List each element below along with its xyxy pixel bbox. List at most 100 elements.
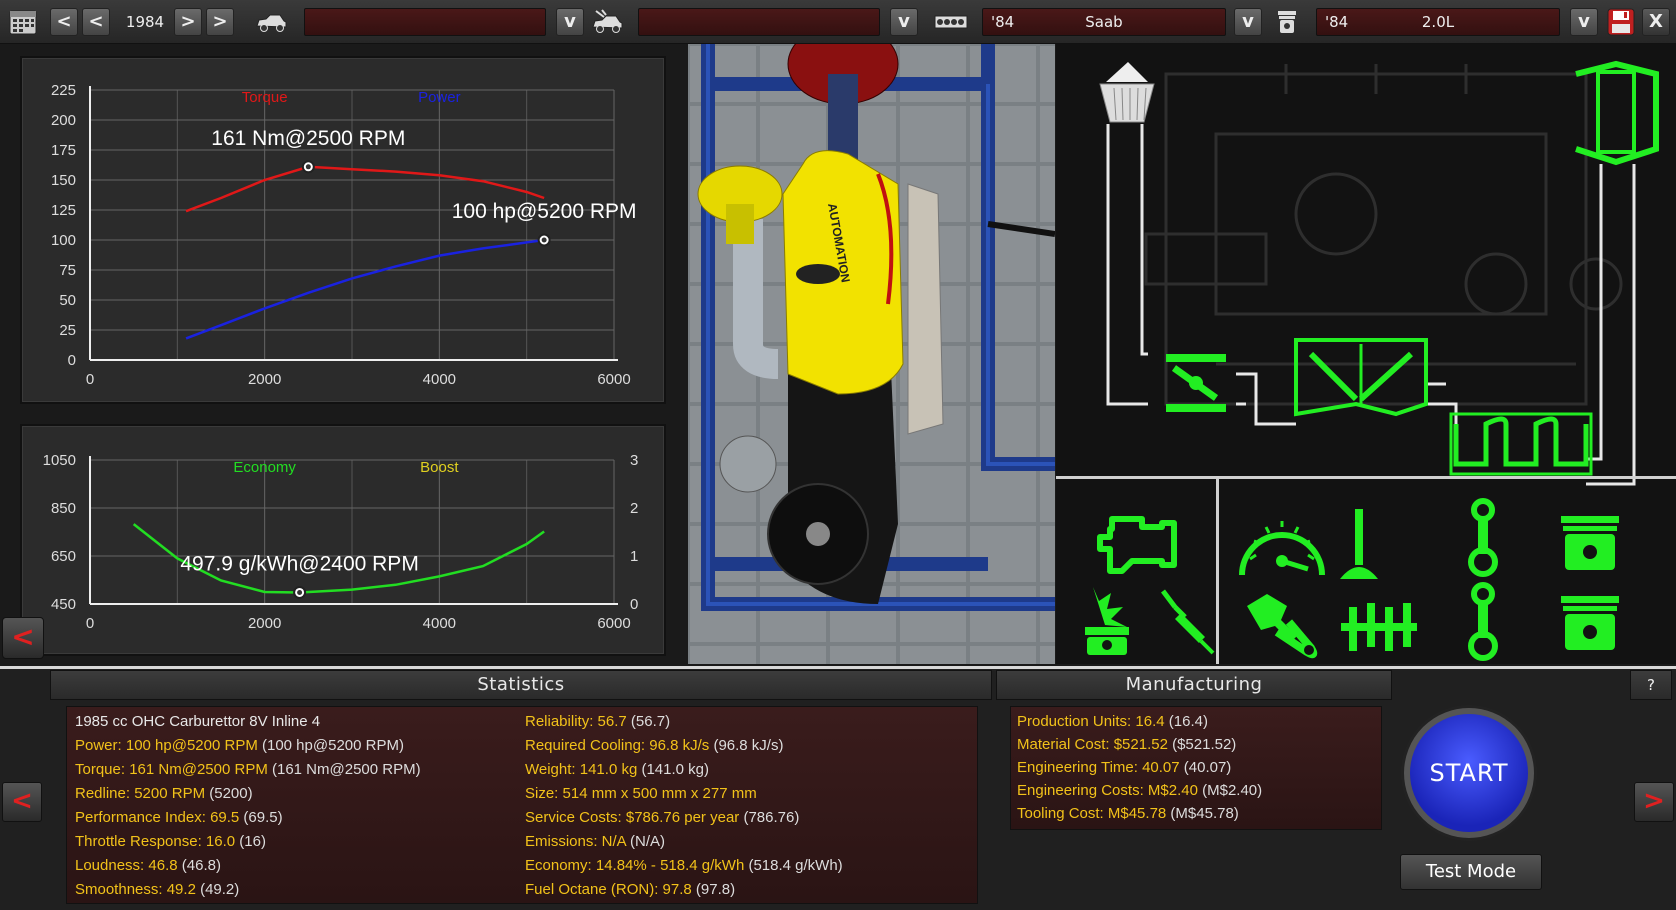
y2-tick-label: 1	[630, 548, 638, 565]
stat-line: Redline: 5200 RPM (5200)	[75, 785, 253, 802]
stat-reference: (69.5)	[239, 809, 283, 826]
stat-value: Required Cooling: 96.8 kJ/s	[525, 737, 710, 754]
statistics-title: Statistics	[50, 670, 992, 700]
piston-icon	[1270, 8, 1304, 36]
piston-top-icon[interactable]	[1550, 504, 1630, 584]
stat-line: Torque: 161 Nm@2500 RPM (161 Nm@2500 RPM…	[75, 761, 421, 778]
stat-value: Material Cost: $521.52	[1017, 736, 1168, 753]
stat-reference: (100 hp@5200 RPM)	[257, 737, 404, 754]
stat-value: Weight: 141.0 kg	[525, 761, 638, 778]
stat-line: Size: 514 mm x 500 mm x 277 mm	[525, 785, 757, 802]
camshaft-icon[interactable]	[1334, 592, 1424, 662]
save-icon[interactable]	[1606, 8, 1636, 36]
tuning-wrench-icon[interactable]	[1232, 584, 1332, 664]
y-tick-label: 450	[51, 596, 76, 613]
stat-value: Loudness: 46.8	[75, 857, 178, 874]
stat-value: Throttle Response: 16.0	[75, 833, 236, 850]
engine-schematic	[1056, 44, 1676, 664]
year-forward-button[interactable]: >	[174, 8, 202, 36]
year-forward-far-button[interactable]: >	[206, 8, 234, 36]
car-model-dropdown-button[interactable]: v	[556, 8, 584, 36]
car-trim-dropdown-button[interactable]: v	[890, 8, 918, 36]
stat-reference: (56.7)	[626, 713, 671, 730]
help-button[interactable]: ?	[1630, 670, 1672, 700]
stat-value: Production Units: 16.4	[1017, 713, 1165, 730]
calendar-icon[interactable]	[6, 8, 40, 36]
y-tick-label: 0	[68, 352, 76, 369]
stat-reference: (49.2)	[195, 881, 240, 898]
peak-annotation: 161 Nm@2500 RPM	[211, 127, 405, 150]
y-tick-label: 850	[51, 500, 76, 517]
previous-stage-button[interactable]: <	[2, 782, 42, 822]
legend-item: Power	[418, 89, 461, 106]
engine-block-icon[interactable]	[1092, 504, 1182, 584]
car-model-field[interactable]	[304, 8, 546, 36]
stat-line: Engineering Time: 40.07 (40.07)	[1017, 759, 1231, 776]
year-back-button[interactable]: <	[82, 8, 110, 36]
stat-reference: (5200)	[205, 785, 253, 802]
y-tick-label: 25	[59, 322, 76, 339]
engine-family-field[interactable]: '84 Saab	[982, 8, 1226, 36]
y-tick-label: 225	[51, 82, 76, 99]
stat-value: Engineering Time: 40.07	[1017, 759, 1180, 776]
conrod-top-icon[interactable]	[1448, 496, 1518, 580]
close-button[interactable]: X	[1642, 8, 1670, 36]
stat-reference: (786.76)	[739, 809, 800, 826]
engine-family-icon	[932, 8, 970, 36]
tachometer-icon[interactable]	[1232, 500, 1332, 590]
x-tick-label: 6000	[597, 371, 630, 388]
torque-power-chart: 0 2000 4000 6000 0 25 50 75 100 125 150 175 200 225 To…	[20, 56, 666, 404]
stat-value: Redline: 5200 RPM	[75, 785, 206, 802]
stat-reference: (46.8)	[177, 857, 221, 874]
stat-value: Performance Index: 69.5	[75, 809, 240, 826]
engine-variant-dropdown-button[interactable]: v	[1570, 8, 1598, 36]
start-button[interactable]: START	[1404, 708, 1534, 838]
stat-line: Power: 100 hp@5200 RPM (100 hp@5200 RPM)	[75, 737, 404, 754]
car-trim-field[interactable]	[638, 8, 880, 36]
stat-reference: (M$45.78)	[1166, 805, 1239, 822]
stat-reference: (96.8 kJ/s)	[709, 737, 784, 754]
legend-item: Economy	[233, 459, 296, 476]
stat-reference: (N/A)	[625, 833, 666, 850]
top-toolbar: < < 1984 > > v v '84 Saab v '84 2.0L v X	[0, 0, 1676, 44]
stat-reference: (161 Nm@2500 RPM)	[267, 761, 421, 778]
legend-item: Boost	[420, 459, 459, 476]
stat-reference: (16.4)	[1164, 713, 1208, 730]
peak-annotation: 100 hp@5200 RPM	[452, 200, 637, 223]
stat-value: Economy: 14.84% - 518.4 g/kWh	[525, 857, 745, 874]
engine-family-dropdown-button[interactable]: v	[1234, 8, 1262, 36]
stat-line: Throttle Response: 16.0 (16)	[75, 833, 266, 850]
peak-annotation: 497.9 g/kWh@2400 RPM	[180, 552, 418, 575]
stat-line: Tooling Cost: M$45.78 (M$45.78)	[1017, 805, 1239, 822]
graph-back-button[interactable]: <	[2, 617, 44, 659]
stat-value: Service Costs: $786.76 per year	[525, 809, 740, 826]
x-tick-label: 4000	[423, 371, 456, 388]
y-tick-label: 175	[51, 142, 76, 159]
stat-reference: (518.4 g/kWh)	[744, 857, 843, 874]
engine-variant-field[interactable]: '84 2.0L	[1316, 8, 1560, 36]
economy-boost-svg: 0 2000 4000 6000 450 650 850 1050 0 1 2 3 Economy Boo…	[43, 452, 639, 632]
stat-value: Engineering Costs: M$2.40	[1017, 782, 1198, 799]
engine-damage-icon[interactable]	[1070, 580, 1150, 660]
valve-icon[interactable]	[1324, 500, 1394, 590]
conrod-bottom-icon[interactable]	[1448, 580, 1518, 664]
next-stage-button[interactable]: >	[1634, 782, 1674, 822]
engine-3d-view[interactable]: AUTOMATION	[688, 44, 1055, 664]
engine-family-name: Saab	[1085, 13, 1123, 31]
piston-bottom-icon[interactable]	[1550, 584, 1630, 664]
test-mode-button[interactable]: Test Mode	[1400, 854, 1542, 890]
stat-line: Smoothness: 49.2 (49.2)	[75, 881, 239, 898]
stat-value: Reliability: 56.7	[525, 713, 627, 730]
stat-reference: (M$2.40)	[1197, 782, 1263, 799]
statistics-panel: 1985 cc OHC Carburettor 8V Inline 4 Powe…	[66, 706, 978, 904]
stat-value: Emissions: N/A	[525, 833, 626, 850]
year-back-far-button[interactable]: <	[50, 8, 78, 36]
y-tick-label: 75	[59, 262, 76, 279]
x-tick-label: 0	[86, 615, 94, 632]
stat-reference: (97.8)	[691, 881, 736, 898]
stat-value: Tooling Cost: M$45.78	[1017, 805, 1167, 822]
y-tick-label: 150	[51, 172, 76, 189]
stat-value: Fuel Octane (RON): 97.8	[525, 881, 692, 898]
spark-plug-icon[interactable]	[1152, 580, 1222, 660]
y-tick-label: 125	[51, 202, 76, 219]
